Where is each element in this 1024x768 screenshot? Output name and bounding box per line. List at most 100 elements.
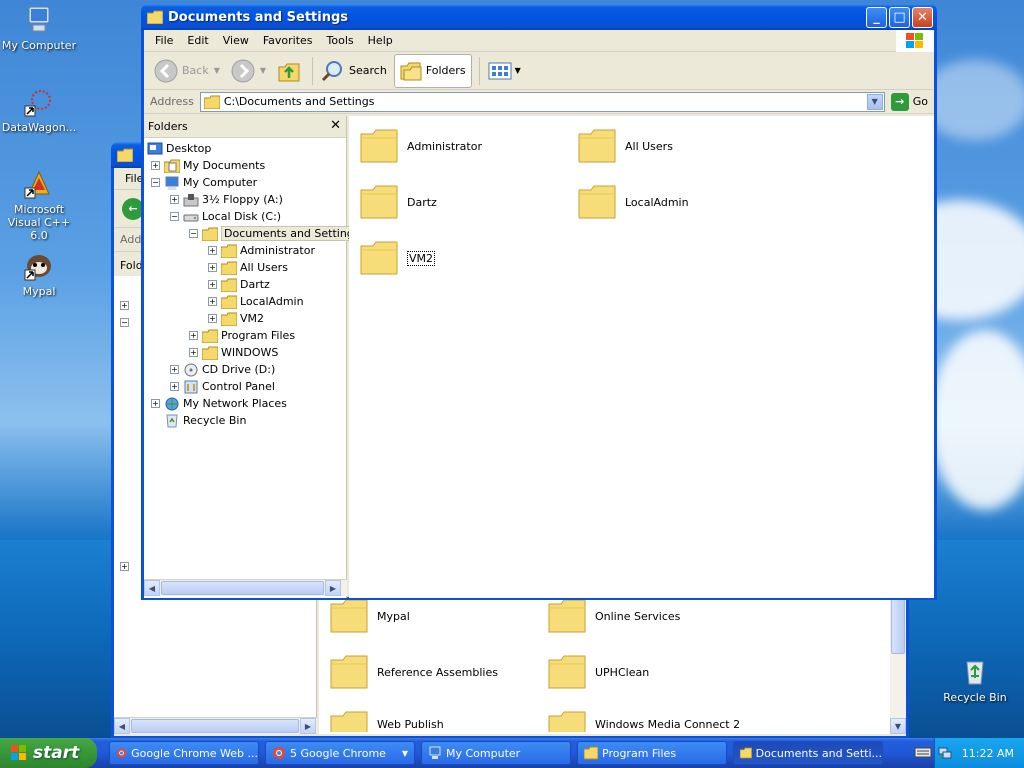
close-button[interactable]: ✕	[912, 7, 933, 28]
menu-view[interactable]: View	[216, 34, 256, 47]
folders-label: Folders	[425, 64, 466, 77]
tree-item-vm2[interactable]: + VM2	[208, 310, 264, 327]
taskbar-item-chrome-group[interactable]: 5 Google Chrome ▼	[265, 741, 415, 765]
keyboard-icon[interactable]	[914, 744, 932, 760]
expand-toggle[interactable]: +	[120, 301, 129, 310]
scroll-right-arrow[interactable]: ▶	[325, 580, 341, 596]
tree-item-program-files[interactable]: + Program Files	[189, 327, 295, 344]
folder-open-icon	[202, 227, 218, 241]
folder-item-administrator[interactable]: Administrator	[359, 128, 482, 164]
desktop-icon-datawagon[interactable]: DataWagon...	[0, 86, 78, 134]
expand-toggle[interactable]: +	[189, 348, 198, 357]
tree-item-cd-drive[interactable]: + CD Drive (D:)	[170, 361, 275, 378]
tree-item-floppy[interactable]: + 3½ Floppy (A:)	[170, 191, 283, 208]
tree-item-control-panel[interactable]: + Control Panel	[170, 378, 275, 395]
desktop-icon-mypal[interactable]: Mypal	[0, 250, 78, 298]
folder-item[interactable]: Mypal	[329, 598, 410, 634]
scroll-right-arrow[interactable]: ▶	[300, 718, 316, 734]
chevron-down-icon: ▼	[871, 97, 878, 106]
tree-item-my-computer[interactable]: − My Computer	[151, 174, 257, 191]
forward-button[interactable]: ▼	[227, 57, 270, 85]
folder-item-dartz[interactable]: Dartz	[359, 184, 437, 220]
menu-edit[interactable]: Edit	[180, 34, 215, 47]
taskbar-item-documents-and-settings[interactable]: Documents and Setti...	[733, 741, 883, 765]
desktop-icon-visual-cpp[interactable]: Microsoft Visual C++ 6.0	[0, 168, 78, 242]
scroll-thumb[interactable]	[891, 594, 905, 654]
folder-item[interactable]: Web Publish	[329, 710, 444, 732]
up-folder-button[interactable]	[273, 57, 305, 85]
close-icon[interactable]: ✕	[330, 118, 341, 133]
expand-toggle[interactable]: +	[189, 331, 198, 340]
tree-item-desktop[interactable]: Desktop	[147, 140, 211, 157]
folder-item[interactable]: UPHClean	[547, 654, 649, 690]
tree-item-my-documents[interactable]: + My Documents	[151, 157, 265, 174]
window-title: Documents and Settings	[168, 9, 349, 25]
search-button[interactable]: Search	[317, 57, 391, 85]
taskbar-item-program-files[interactable]: Program Files	[577, 741, 727, 765]
expand-toggle[interactable]: +	[208, 297, 217, 306]
tree-item-all-users[interactable]: + All Users	[208, 259, 288, 276]
folder-item-vm2[interactable]: VM2	[359, 240, 436, 276]
chevron-down-icon[interactable]: ▼	[515, 66, 521, 75]
address-dropdown-button[interactable]: ▼	[866, 93, 883, 110]
views-button[interactable]: ▼	[484, 59, 525, 83]
taskbar-item-label: My Computer	[446, 746, 521, 760]
folder-item[interactable]: Online Services	[547, 598, 680, 634]
tree-item-local-disk[interactable]: − Local Disk (C:)	[170, 208, 281, 225]
tree-hscroll[interactable]: ◀ ▶	[144, 579, 347, 596]
tree-item-localadmin[interactable]: + LocalAdmin	[208, 293, 304, 310]
tree-item-my-network-places[interactable]: + My Network Places	[151, 395, 287, 412]
scroll-left-arrow[interactable]: ◀	[144, 580, 160, 596]
folders-button[interactable]: Folders	[393, 53, 472, 88]
clock[interactable]: 11:22 AM	[962, 747, 1014, 760]
go-button[interactable]: → Go	[885, 92, 934, 111]
taskbar-item-my-computer[interactable]: My Computer	[421, 741, 571, 765]
back-button[interactable]: Back ▼	[150, 57, 224, 85]
collapse-toggle[interactable]: −	[189, 229, 198, 238]
front-window-titlebar[interactable]: Documents and Settings _ □ ✕	[141, 4, 937, 30]
taskbar-item-chrome-web[interactable]: Google Chrome Web ...	[109, 741, 259, 765]
folder-item-localadmin[interactable]: LocalAdmin	[577, 184, 689, 220]
expand-toggle[interactable]: +	[151, 399, 160, 408]
front-window[interactable]: Documents and Settings _ □ ✕ File Edit V…	[141, 4, 937, 600]
collapse-toggle[interactable]: −	[120, 318, 129, 327]
tree-item-administrator[interactable]: + Administrator	[208, 242, 315, 259]
minimize-button[interactable]: _	[866, 7, 887, 28]
folder-item[interactable]: Reference Assemblies	[329, 654, 498, 690]
expand-toggle[interactable]: +	[208, 246, 217, 255]
scroll-down-arrow[interactable]: ▼	[890, 718, 906, 734]
chevron-down-icon[interactable]: ▼	[214, 66, 220, 75]
tree-item-windows[interactable]: + WINDOWS	[189, 344, 278, 361]
address-input[interactable]: C:\Documents and Settings ▼	[199, 91, 885, 112]
expand-toggle[interactable]: +	[120, 562, 129, 571]
chevron-down-icon[interactable]: ▼	[260, 66, 266, 75]
maximize-button[interactable]: □	[889, 7, 910, 28]
start-button[interactable]: start	[0, 738, 97, 768]
scroll-left-arrow[interactable]: ◀	[114, 718, 130, 734]
expand-toggle[interactable]: +	[208, 263, 217, 272]
desktop-icon-my-computer[interactable]: My Computer	[0, 4, 78, 52]
back-tree-hscroll[interactable]: ◀ ▶	[114, 717, 317, 734]
expand-toggle[interactable]: +	[170, 382, 179, 391]
folder-label[interactable]: VM2	[407, 250, 436, 266]
tree-item-documents-and-settings[interactable]: − Documents and Settings	[189, 225, 363, 242]
expand-toggle[interactable]: +	[208, 280, 217, 289]
scroll-thumb[interactable]	[131, 719, 299, 733]
expand-toggle[interactable]: +	[208, 314, 217, 323]
menu-favorites[interactable]: Favorites	[256, 34, 320, 47]
desktop-icon-recycle-bin[interactable]: Recycle Bin	[936, 656, 1014, 704]
folder-item[interactable]: Windows Media Connect 2	[547, 710, 740, 732]
tree-item-recycle-bin[interactable]: Recycle Bin	[164, 412, 246, 429]
collapse-toggle[interactable]: −	[151, 178, 160, 187]
network-tray-icon[interactable]	[938, 746, 952, 760]
expand-toggle[interactable]: +	[170, 195, 179, 204]
expand-toggle[interactable]: +	[170, 365, 179, 374]
tree-item-dartz[interactable]: + Dartz	[208, 276, 270, 293]
menu-help[interactable]: Help	[361, 34, 400, 47]
expand-toggle[interactable]: +	[151, 161, 160, 170]
menu-tools[interactable]: Tools	[320, 34, 361, 47]
collapse-toggle[interactable]: −	[170, 212, 179, 221]
scroll-thumb[interactable]	[161, 581, 324, 595]
menu-file[interactable]: File	[148, 34, 180, 47]
folder-item-all-users[interactable]: All Users	[577, 128, 673, 164]
